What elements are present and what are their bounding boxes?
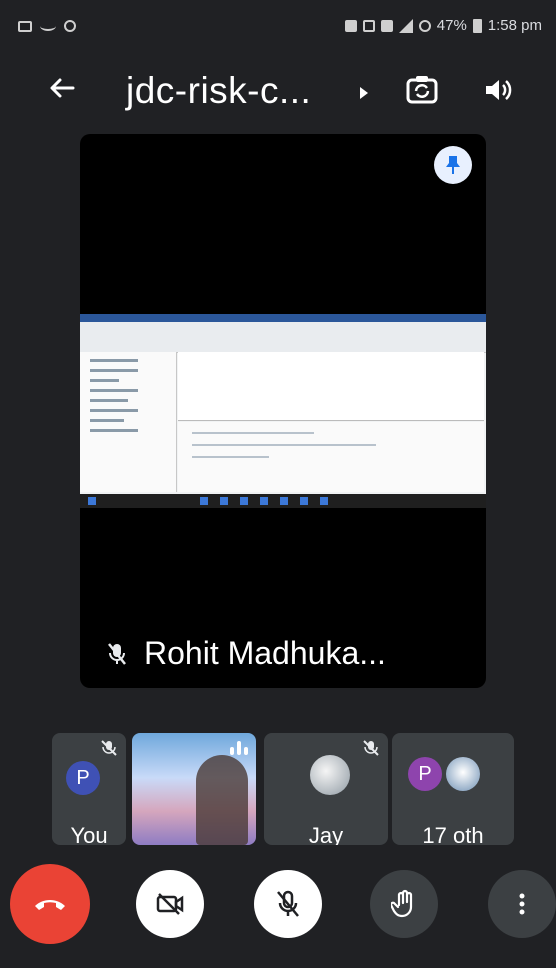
speaker-button[interactable]: [478, 70, 518, 110]
screen-taskbar: [80, 494, 486, 508]
arrow-left-icon: [50, 78, 75, 98]
pin-icon: [446, 156, 460, 174]
notification-icons: [18, 20, 76, 32]
mic-off-icon: [363, 740, 379, 756]
shared-screen: [80, 314, 486, 508]
camera-toggle-button[interactable]: [136, 870, 204, 938]
participant-tile-you[interactable]: P You: [52, 733, 126, 845]
alarm-icon: [418, 19, 431, 32]
system-icons: 47% 1:58 pm: [344, 17, 542, 34]
pin-button[interactable]: [434, 146, 472, 184]
avatar: P: [408, 757, 442, 791]
screen-sidebar: [80, 352, 177, 492]
phone-hangup-icon: [35, 900, 65, 910]
activity-icon: [40, 21, 56, 31]
participant-video: [196, 755, 248, 845]
main-participant-label: Rohit Madhuka...: [106, 635, 386, 672]
switch-camera-icon: [406, 76, 438, 104]
mic-off-icon: [108, 642, 126, 665]
screen-console: [178, 422, 484, 492]
data-icon: [380, 19, 393, 32]
gallery-icon: [18, 20, 32, 32]
avatar: P: [66, 761, 100, 795]
participant-tile-jay[interactable]: Jay: [264, 733, 388, 845]
speaking-indicator-icon: [230, 741, 248, 755]
screen-title-bar: [80, 314, 486, 322]
screen-ribbon: [80, 322, 486, 353]
status-bar: 47% 1:58 pm: [0, 0, 556, 52]
more-options-button[interactable]: [488, 870, 556, 938]
raise-hand-button[interactable]: [370, 870, 438, 938]
avatar: [310, 755, 350, 795]
participant-tile-others[interactable]: P 17 oth: [392, 733, 514, 845]
volume-icon: [486, 80, 512, 100]
battery-percent: 47%: [436, 17, 467, 34]
caret-right-icon[interactable]: [360, 87, 368, 99]
hand-icon: [391, 889, 413, 918]
mic-off-icon: [277, 890, 299, 917]
meeting-title[interactable]: jdc-risk-c...: [126, 70, 311, 112]
circle-icon: [64, 20, 76, 32]
avatar-secondary: [446, 757, 480, 791]
battery-icon: [472, 18, 482, 33]
vibrate-icon: [344, 19, 357, 32]
meeting-toolbar: jdc-risk-c...: [0, 52, 556, 122]
camera-off-icon: [156, 893, 184, 915]
participant-label: 17 oth: [422, 823, 484, 845]
volte-icon: [362, 19, 375, 32]
participant-name: Rohit Madhuka...: [144, 635, 386, 671]
call-controls: [0, 860, 556, 960]
main-video-tile[interactable]: Rohit Madhuka...: [80, 134, 486, 688]
screen-editor: [178, 352, 484, 421]
more-vert-icon: [519, 893, 525, 915]
switch-camera-button[interactable]: [402, 70, 442, 110]
clock: 1:58 pm: [487, 17, 542, 34]
back-button[interactable]: [40, 66, 84, 110]
mic-off-icon: [101, 740, 117, 756]
participant-label: You: [70, 823, 108, 845]
participant-label: Jay: [308, 823, 344, 845]
signal-icon: [398, 18, 413, 33]
participant-tile-video[interactable]: [132, 733, 256, 845]
end-call-button[interactable]: [10, 864, 90, 944]
mic-toggle-button[interactable]: [254, 870, 322, 938]
